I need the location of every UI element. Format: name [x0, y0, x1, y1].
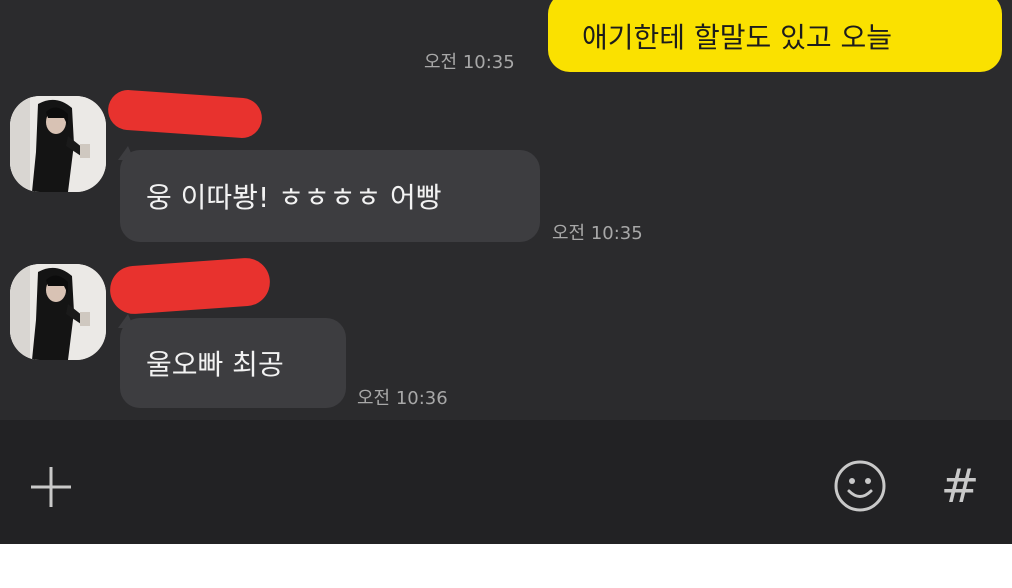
- avatar[interactable]: [10, 96, 106, 192]
- message-text: 애기한테 할말도 있고 오늘: [582, 21, 893, 54]
- message-timestamp: 오전 10:35: [552, 223, 643, 244]
- bottom-strip: [0, 544, 1012, 588]
- profile-photo-icon: [10, 264, 106, 360]
- profile-photo-icon: [10, 96, 106, 192]
- incoming-message-bubble[interactable]: 울오빠 최공: [120, 318, 346, 408]
- message-text: 웅 이따봥! ㅎㅎㅎㅎ 어빵: [146, 181, 442, 214]
- outgoing-message-bubble[interactable]: 애기한테 할말도 있고 오늘: [548, 0, 1002, 72]
- plus-icon[interactable]: [26, 462, 76, 512]
- redacted-sender-name: [108, 256, 272, 316]
- message-timestamp: 오전 10:35: [424, 52, 515, 73]
- message-text: 울오빠 최공: [146, 348, 284, 381]
- incoming-message-bubble[interactable]: 웅 이따봥! ㅎㅎㅎㅎ 어빵: [120, 150, 540, 242]
- chat-area: 애기한테 할말도 있고 오늘 오전 10:35 웅 이따봥! ㅎㅎㅎㅎ 어빵 오…: [0, 0, 1012, 420]
- message-timestamp: 오전 10:36: [357, 388, 448, 409]
- hash-icon[interactable]: #: [938, 458, 982, 514]
- redacted-sender-name: [106, 88, 264, 140]
- avatar[interactable]: [10, 264, 106, 360]
- smiley-icon[interactable]: [832, 458, 888, 514]
